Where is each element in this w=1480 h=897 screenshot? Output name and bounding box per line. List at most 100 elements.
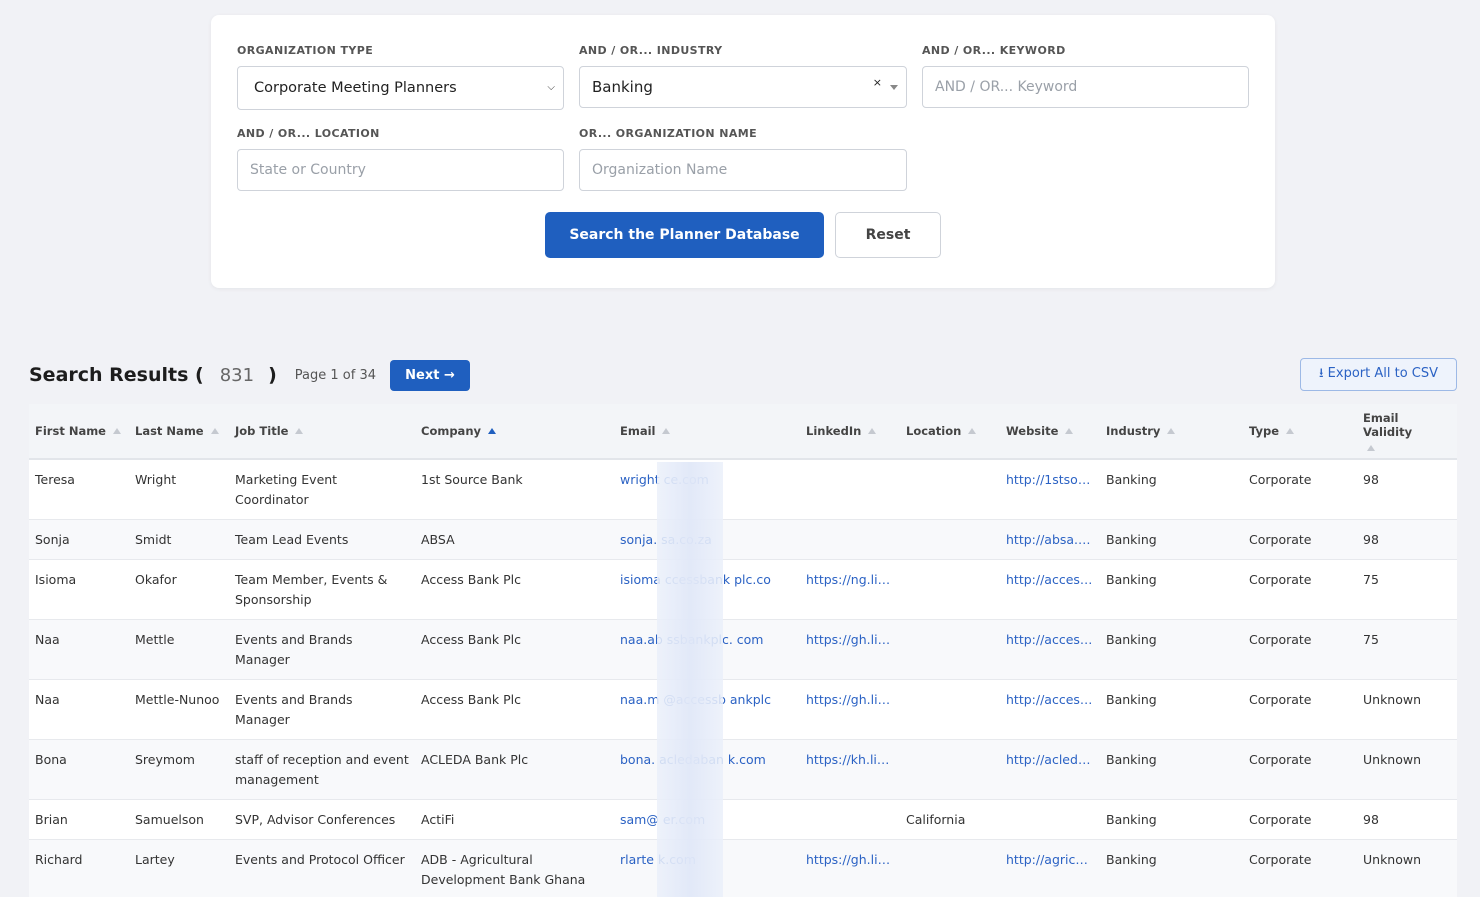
table-row: Teresa Wright Marketing Event Coordinator 1… [29,459,1457,520]
linkedin-cell [800,519,900,560]
first-name-cell: Naa [29,679,129,740]
last-name-cell: Sreymom [129,739,229,800]
reset-button[interactable]: Reset [835,212,941,258]
column-header-company[interactable]: Company [415,404,614,460]
industry-label: AND / OR... INDUSTRY [579,44,723,57]
column-label: Job Title [235,424,289,438]
website-cell[interactable]: http://absa.co.za [1000,519,1100,560]
sort-up-icon [112,428,121,434]
results-close-paren: ) [268,364,277,386]
sort-up-icon [968,428,977,434]
email-validity-cell: Unknown [1357,839,1457,897]
type-cell: Corporate [1243,459,1357,520]
location-input[interactable]: State or Country [237,149,564,191]
column-label: LinkedIn [806,424,862,438]
type-cell: Corporate [1243,739,1357,800]
table-row: Naa Mettle-Nunoo Events and Brands Manager… [29,679,1457,740]
company-cell: Access Bank Plc [415,679,614,740]
column-label: Last Name [135,424,204,438]
org-type-value: Corporate Meeting Planners [254,80,457,96]
clear-icon[interactable]: × [873,76,882,89]
type-cell: Corporate [1243,839,1357,897]
website-cell [1000,799,1100,840]
company-cell: Access Bank Plc [415,619,614,680]
industry-cell: Banking [1100,559,1243,620]
location-label: AND / OR... LOCATION [237,127,380,140]
keyword-input[interactable]: AND / OR... Keyword [922,66,1249,108]
type-cell: Corporate [1243,559,1357,620]
location-field: AND / OR... LOCATION State or Country [237,127,564,191]
last-name-cell: Mettle-Nunoo [129,679,229,740]
industry-cell: Banking [1100,799,1243,840]
linkedin-cell[interactable]: https://kh.linkedin.com [800,739,900,800]
orgname-placeholder: Organization Name [592,162,728,178]
orgname-input[interactable]: Organization Name [579,149,907,191]
location-cell [900,739,1000,800]
website-cell[interactable]: http://accessbankplc.com [1000,679,1100,740]
industry-cell: Banking [1100,519,1243,560]
job-title-cell: Team Lead Events [229,519,415,560]
column-header-email[interactable]: Email [614,404,800,460]
industry-cell: Banking [1100,679,1243,740]
org-type-label: ORGANIZATION TYPE [237,44,374,57]
website-cell[interactable]: http://1stsource.com [1000,459,1100,520]
linkedin-cell[interactable]: https://gh.linkedin.com [800,619,900,680]
column-header-type[interactable]: Type [1243,404,1357,460]
website-cell[interactable]: http://accessbankplc.com [1000,559,1100,620]
results-header: Search Results ( 831 ) Page 1 of 34 Next… [29,358,470,392]
first-name-cell: Brian [29,799,129,840]
keyword-field: AND / OR... KEYWORD AND / OR... Keyword [922,44,1249,108]
column-header-email-validity[interactable]: Email Validity [1357,404,1457,460]
search-button[interactable]: Search the Planner Database [545,212,824,258]
column-label: Website [1006,424,1059,438]
website-cell[interactable]: http://acledabank.com.kh [1000,739,1100,800]
column-label: Type [1249,424,1280,438]
linkedin-cell[interactable]: https://ng.linkedin.com [800,559,900,620]
website-cell[interactable]: http://agricbank.com [1000,839,1100,897]
first-name-cell: Isioma [29,559,129,620]
results-title: Search Results ( [29,364,204,386]
table-row: Brian Samuelson SVP, Advisor Conferences Ac… [29,799,1457,840]
location-cell [900,619,1000,680]
next-page-button[interactable]: Next → [390,359,470,391]
last-name-cell: Okafor [129,559,229,620]
first-name-cell: Richard [29,839,129,897]
page-info: Page 1 of 34 [294,367,376,383]
email-validity-cell: Unknown [1357,739,1457,800]
email-validity-cell: Unknown [1357,679,1457,740]
org-type-select[interactable]: Corporate Meeting Planners ⌵ [237,66,564,110]
column-header-location[interactable]: Location [900,404,1000,460]
industry-select[interactable]: Banking × [579,66,907,108]
job-title-cell: Events and Brands Manager [229,619,415,680]
email-validity-cell: 75 [1357,619,1457,680]
location-cell [900,839,1000,897]
table-row: Isioma Okafor Team Member, Events & Sponso… [29,559,1457,620]
industry-cell: Banking [1100,459,1243,520]
linkedin-cell[interactable]: https://gh.linkedin.com [800,679,900,740]
sort-up-icon [1065,428,1074,434]
location-cell [900,559,1000,620]
first-name-cell: Bona [29,739,129,800]
job-title-cell: Events and Protocol Officer [229,839,415,897]
sort-up-icon [1286,428,1295,434]
location-cell [900,679,1000,740]
column-header-linkedin[interactable]: LinkedIn [800,404,900,460]
linkedin-cell[interactable]: https://gh.linkedin.com [800,839,900,897]
column-label: Email [620,424,656,438]
last-name-cell: Lartey [129,839,229,897]
column-header-last-name[interactable]: Last Name [129,404,229,460]
industry-cell: Banking [1100,839,1243,897]
company-cell: ADB - Agricultural Development Bank Ghan… [415,839,614,897]
type-cell: Corporate [1243,519,1357,560]
job-title-cell: Marketing Event Coordinator [229,459,415,520]
column-header-industry[interactable]: Industry [1100,404,1243,460]
export-csv-button[interactable]: ⭳ Export All to CSV [1300,358,1457,391]
search-panel: ORGANIZATION TYPE Corporate Meeting Plan… [211,15,1275,288]
column-header-website[interactable]: Website [1000,404,1100,460]
location-cell [900,459,1000,520]
column-header-first-name[interactable]: First Name [29,404,129,460]
website-cell[interactable]: http://accessbankplc.com [1000,619,1100,680]
keyword-label: AND / OR... KEYWORD [922,44,1066,57]
column-label: Company [421,424,481,438]
column-header-job-title[interactable]: Job Title [229,404,415,460]
